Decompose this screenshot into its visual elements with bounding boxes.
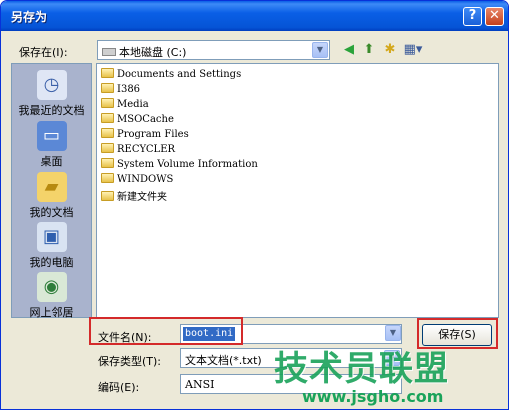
chevron-down-icon[interactable]: ▼ xyxy=(385,325,401,341)
place-my-computer[interactable]: ▣ 我的电脑 xyxy=(12,222,91,270)
place-label: 桌面 xyxy=(40,155,63,168)
up-folder-icon[interactable]: ⬆ xyxy=(361,42,377,58)
place-my-documents[interactable]: ▰ 我的文档 xyxy=(12,172,91,220)
folder-icon xyxy=(101,83,114,93)
folder-icon xyxy=(101,128,114,138)
folder-icon xyxy=(101,158,114,168)
close-button[interactable]: ✕ xyxy=(485,7,504,26)
place-network[interactable]: ◉ 网上邻居 xyxy=(12,272,91,320)
place-label: 我的电脑 xyxy=(29,256,74,269)
list-item[interactable]: RECYCLER xyxy=(101,143,175,158)
folder-icon xyxy=(101,173,114,183)
recent-documents-icon: ◷ xyxy=(36,70,67,100)
drive-icon xyxy=(102,48,116,56)
watermark-text: 技术员联盟 xyxy=(274,349,449,389)
list-item[interactable]: 新建文件夹 xyxy=(101,188,167,203)
chevron-down-icon[interactable]: ▼ xyxy=(312,42,328,58)
my-documents-icon: ▰ xyxy=(36,172,67,202)
place-label: 网上邻居 xyxy=(29,306,74,319)
folder-icon xyxy=(101,113,114,123)
title-bar[interactable]: 另存为 ? ✕ xyxy=(1,1,508,31)
encoding-value: ANSI xyxy=(185,378,215,391)
place-recent-documents[interactable]: ◷ 我最近的文档 xyxy=(12,70,91,118)
save-in-value: 本地磁盘 (C:) xyxy=(102,44,186,60)
save-in-label: 保存在(I): xyxy=(19,46,68,59)
filetype-label: 保存类型(T): xyxy=(98,355,162,368)
desktop-icon: ▭ xyxy=(36,121,67,151)
place-label: 我最近的文档 xyxy=(18,104,85,117)
folder-icon xyxy=(101,98,114,108)
filename-label: 文件名(N): xyxy=(98,331,152,344)
list-item[interactable]: Documents and Settings xyxy=(101,68,241,83)
file-list[interactable]: Documents and Settings I386 Media MSOCac… xyxy=(96,63,499,318)
back-icon[interactable]: ◀ xyxy=(341,42,357,58)
save-as-dialog: 另存为 ? ✕ 保存在(I): 本地磁盘 (C:) ▼ ◀ ⬆ ✱ ▦▾ ◷ 我… xyxy=(0,0,509,410)
new-folder-icon[interactable]: ✱ xyxy=(382,42,398,58)
my-computer-icon: ▣ xyxy=(36,222,67,252)
filename-value: boot.ini xyxy=(183,327,236,341)
list-item[interactable]: WINDOWS xyxy=(101,173,173,188)
encoding-label: 编码(E): xyxy=(98,381,140,394)
list-item[interactable]: Media xyxy=(101,98,149,113)
place-label: 我的文档 xyxy=(29,206,74,219)
network-places-icon: ◉ xyxy=(36,272,67,302)
views-icon[interactable]: ▦▾ xyxy=(402,42,424,58)
window-title: 另存为 xyxy=(11,10,48,24)
watermark: 技术员联盟 www.jsgho.com xyxy=(274,341,504,409)
list-item[interactable]: Program Files xyxy=(101,128,189,143)
folder-icon xyxy=(101,191,114,201)
save-in-dropdown[interactable]: 本地磁盘 (C:) ▼ xyxy=(97,40,330,60)
place-desktop[interactable]: ▭ 桌面 xyxy=(12,121,91,169)
help-button[interactable]: ? xyxy=(463,7,482,26)
list-item[interactable]: System Volume Information xyxy=(101,158,258,173)
places-bar: ◷ 我最近的文档 ▭ 桌面 ▰ 我的文档 ▣ 我的电脑 ◉ 网上邻居 xyxy=(11,63,92,320)
folder-icon xyxy=(101,143,114,153)
list-item[interactable]: MSOCache xyxy=(101,113,174,128)
watermark-url: www.jsgho.com xyxy=(302,387,444,406)
filetype-value: 文本文档(*.txt) xyxy=(185,354,262,367)
folder-icon xyxy=(101,68,114,78)
list-item[interactable]: I386 xyxy=(101,83,140,98)
